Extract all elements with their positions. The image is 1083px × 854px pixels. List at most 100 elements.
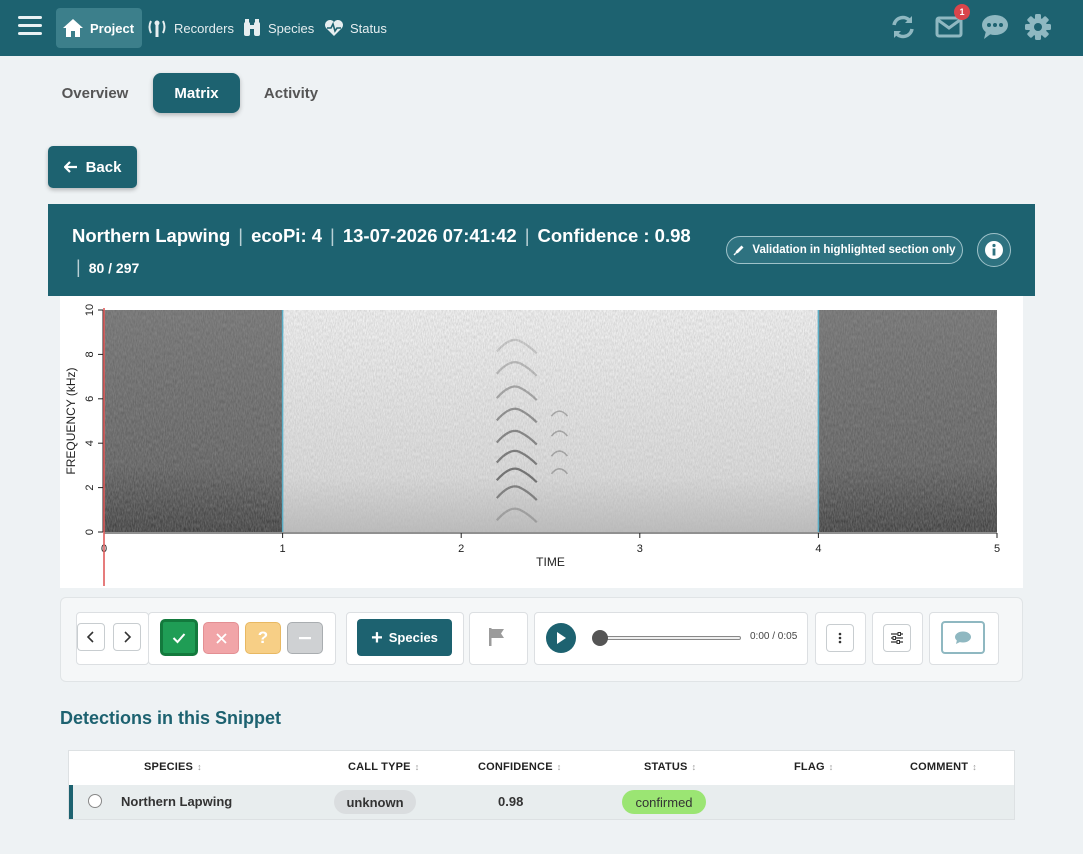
row-status-label: confirmed: [635, 794, 693, 810]
nav-recorders[interactable]: Recorders: [140, 8, 242, 48]
y-tick-label: 10: [84, 304, 96, 316]
detection-summary: Northern Lapwing | ecoPi: 4 | 13-07-2026 07:…: [72, 225, 691, 246]
audio-seek-track[interactable]: [598, 636, 741, 640]
header-position: 80 / 297: [88, 260, 140, 276]
play-button[interactable]: [546, 623, 576, 653]
x-tick-label: 5: [994, 543, 1000, 555]
x-tick-label: 1: [280, 543, 286, 555]
nav-species[interactable]: Species: [236, 8, 322, 48]
x-tick-label: 3: [637, 543, 643, 555]
sort-icon: ↕: [414, 762, 420, 772]
home-icon: [63, 19, 83, 37]
add-species-button[interactable]: + Species: [357, 619, 452, 656]
back-label: Back: [85, 158, 122, 176]
info-icon: [985, 241, 1003, 259]
check-icon: [172, 632, 186, 643]
header-datetime: 13-07-2026 07:41:42: [342, 225, 517, 246]
plus-icon: +: [371, 626, 383, 649]
row-status-badge[interactable]: confirmed: [622, 790, 706, 814]
sort-icon: ↕: [828, 762, 834, 772]
settings-icon[interactable]: [1023, 12, 1053, 42]
tab-activity[interactable]: Activity: [251, 73, 331, 113]
confirm-button[interactable]: [160, 619, 198, 656]
pencil-icon: [733, 245, 744, 256]
next-button[interactable]: [113, 623, 141, 651]
menu-icon[interactable]: [18, 16, 42, 38]
flag-icon[interactable]: [487, 627, 507, 652]
header-species: Northern Lapwing: [72, 225, 231, 246]
antenna-icon: [148, 20, 166, 37]
column-label: FLAG: [794, 761, 825, 773]
mail-count-badge: 1: [954, 4, 970, 20]
tab-matrix[interactable]: Matrix: [153, 73, 240, 113]
nav-project-label: Project: [90, 20, 135, 36]
column-header-confidence[interactable]: CONFIDENCE ↕: [478, 761, 561, 773]
chat-icon[interactable]: [980, 12, 1010, 42]
y-tick-label: 6: [84, 396, 96, 402]
column-label: SPECIES: [144, 761, 194, 773]
sort-icon: ↕: [691, 762, 697, 772]
x-tick-label: 2: [458, 543, 464, 555]
sliders-icon: [891, 632, 903, 644]
table-row[interactable]: Northern Lapwing unknown 0.98 confirmed: [69, 785, 1014, 819]
back-button[interactable]: Back: [48, 146, 137, 188]
y-tick-label: 4: [84, 440, 96, 446]
skip-button[interactable]: [287, 622, 323, 654]
x-tick-label: 4: [815, 543, 821, 555]
column-header-call-type[interactable]: CALL TYPE ↕: [348, 761, 419, 773]
play-icon: [557, 632, 566, 644]
audio-time: 0:00 / 0:05: [750, 631, 798, 642]
row-call-type[interactable]: unknown: [334, 790, 416, 814]
y-axis-label: FREQUENCY (kHz): [64, 367, 78, 474]
column-header-species[interactable]: SPECIES ↕: [144, 761, 202, 773]
spectrogram-plot[interactable]: 0123450246810TIMEFREQUENCY (kHz): [60, 296, 1023, 588]
nav-project[interactable]: Project: [56, 8, 143, 48]
column-label: COMMENT: [910, 761, 969, 773]
uncertain-button[interactable]: ?: [245, 622, 281, 654]
detections-table: SPECIES ↕ CALL TYPE ↕ CONFIDENCE ↕ STATUS ↕ …: [68, 750, 1015, 820]
nav-species-label: Species: [268, 20, 315, 36]
highlighted-noise: [282, 310, 819, 532]
chevron-right-icon: [124, 631, 132, 643]
previous-button[interactable]: [77, 623, 105, 651]
nav-status[interactable]: Status: [318, 8, 395, 48]
reject-button[interactable]: [203, 622, 239, 654]
sort-icon: ↕: [972, 762, 977, 772]
row-confidence: 0.98: [498, 794, 524, 809]
column-header-comment[interactable]: COMMENT ↕: [910, 761, 977, 773]
comment-button[interactable]: [941, 621, 985, 654]
validation-section-toggle[interactable]: Validation in highlighted section only: [726, 236, 963, 264]
spectrogram-settings-button[interactable]: [883, 624, 911, 652]
nav-status-label: Status: [350, 20, 387, 36]
tab-overview[interactable]: Overview: [50, 73, 140, 113]
row-select-radio[interactable]: [88, 794, 102, 808]
nav-recorders-label: Recorders: [174, 20, 234, 36]
header-confidence: Confidence : 0.98: [537, 225, 691, 246]
question-icon: ?: [257, 628, 269, 647]
detections-title: Detections in this Snippet: [60, 708, 282, 728]
detection-header: Northern Lapwing | ecoPi: 4 | 13-07-2026 07:…: [48, 204, 1035, 296]
minus-icon: [299, 636, 311, 639]
info-button[interactable]: [977, 233, 1011, 267]
mail-icon[interactable]: 1: [934, 4, 970, 42]
y-tick-label: 0: [84, 529, 96, 535]
top-navbar: Project Recorders Species Status 1: [0, 0, 1083, 56]
binoculars-icon: [244, 19, 260, 36]
spectrogram-panel: 0123450246810TIMEFREQUENCY (kHz): [60, 296, 1023, 588]
y-tick-label: 2: [84, 485, 96, 491]
more-vertical-icon: [838, 632, 842, 644]
audio-seek-thumb[interactable]: [592, 630, 608, 646]
detection-position: | 80 / 297: [76, 257, 140, 277]
heartbeat-icon: [325, 20, 343, 36]
y-tick-label: 8: [84, 351, 96, 357]
x-axis-label: TIME: [536, 555, 565, 569]
column-header-flag[interactable]: FLAG ↕: [794, 761, 833, 773]
column-label: STATUS: [644, 761, 688, 773]
refresh-icon[interactable]: [888, 12, 918, 42]
column-header-status[interactable]: STATUS ↕: [644, 761, 696, 773]
arrow-left-icon: [63, 161, 77, 173]
column-label: CONFIDENCE: [478, 761, 553, 773]
close-icon: [215, 632, 227, 644]
row-species: Northern Lapwing: [121, 794, 233, 809]
more-options-button[interactable]: [826, 624, 854, 652]
